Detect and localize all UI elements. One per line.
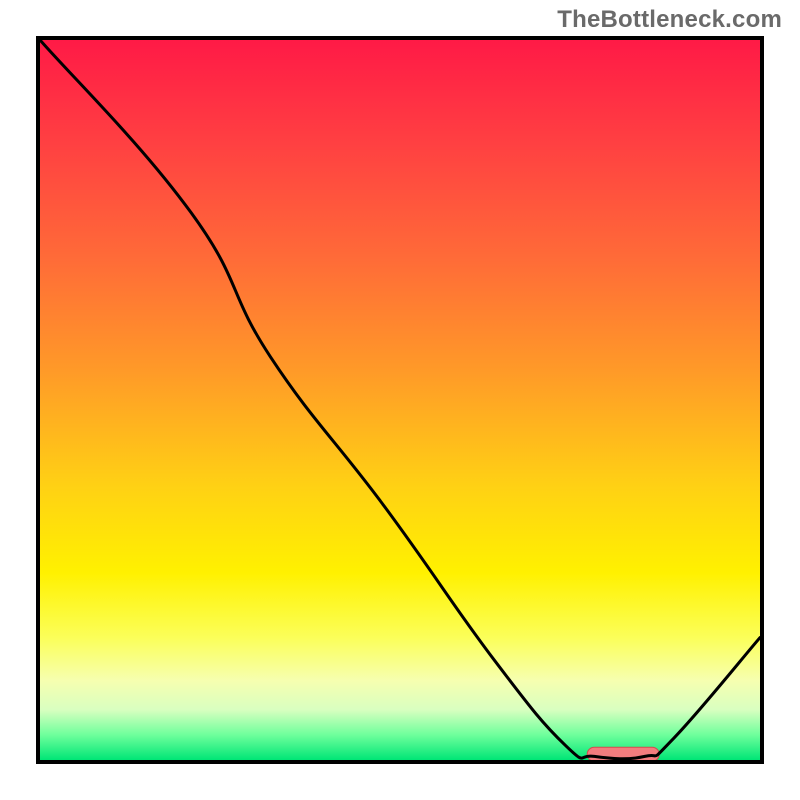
chart-background <box>40 40 760 760</box>
plot-area <box>36 36 764 764</box>
chart-svg <box>40 40 760 760</box>
chart-container: { "watermark": "TheBottleneck.com", "col… <box>0 0 800 800</box>
watermark-text: TheBottleneck.com <box>557 6 782 34</box>
